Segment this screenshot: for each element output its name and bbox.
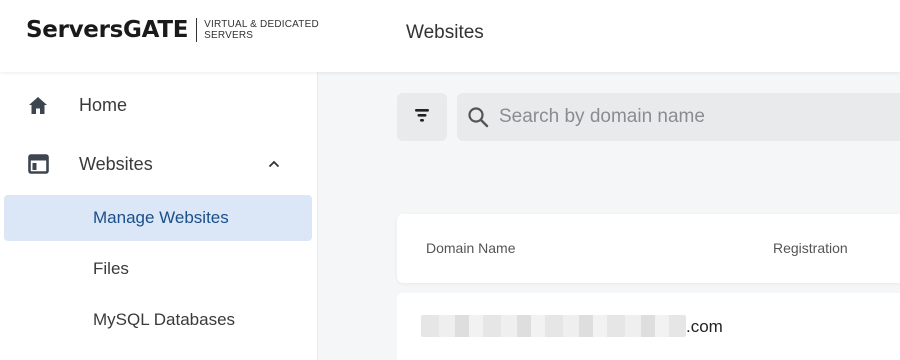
search-input[interactable] xyxy=(499,93,894,141)
search-icon xyxy=(467,106,489,128)
sidebar-subitem-label: MySQL Databases xyxy=(93,310,236,329)
logo-tagline-line-1: VIRTUAL & DEDICATED xyxy=(204,19,319,30)
column-header-registration[interactable]: Registration xyxy=(773,240,848,256)
top-header: ServersGATE VIRTUAL & DEDICATED SERVERS … xyxy=(0,0,900,72)
search-bar xyxy=(457,93,900,141)
redacted-domain-text xyxy=(421,315,686,337)
filter-button[interactable] xyxy=(397,93,447,141)
logo-tagline: VIRTUAL & DEDICATED SERVERS xyxy=(204,19,319,41)
sidebar-subitem-label: Manage Websites xyxy=(93,208,229,227)
sidebar-item-label: Home xyxy=(79,94,128,115)
page-title: Websites xyxy=(406,22,484,43)
logo-tagline-line-2: SERVERS xyxy=(204,30,254,41)
sidebar-subitem-label: Files xyxy=(93,259,129,278)
table-header: Domain Name Registration xyxy=(397,214,900,283)
logo-divider xyxy=(196,18,198,42)
table-row[interactable]: .com xyxy=(397,293,900,360)
filter-icon xyxy=(413,106,431,129)
brand-logo[interactable]: ServersGATE VIRTUAL & DEDICATED SERVERS xyxy=(26,17,319,43)
chevron-up-icon[interactable] xyxy=(266,156,282,172)
domain-name-suffix[interactable]: .com xyxy=(686,317,723,337)
column-header-domain-name[interactable]: Domain Name xyxy=(426,240,515,256)
logo-text: ServersGATE xyxy=(26,17,189,43)
home-icon xyxy=(27,94,49,116)
sidebar-subitem-files[interactable]: Files xyxy=(4,246,312,292)
sidebar-item-label: Websites xyxy=(79,153,153,174)
sidebar-subitem-manage-websites[interactable]: Manage Websites xyxy=(4,195,312,241)
sidebar-item-websites[interactable]: Websites xyxy=(0,144,318,184)
sidebar-item-home[interactable]: Home xyxy=(0,85,318,125)
sidebar-subitem-mysql-databases[interactable]: MySQL Databases xyxy=(4,297,312,343)
websites-icon xyxy=(27,153,49,175)
sidebar: Home Websites Manage Websites Files MySQ… xyxy=(0,72,318,360)
